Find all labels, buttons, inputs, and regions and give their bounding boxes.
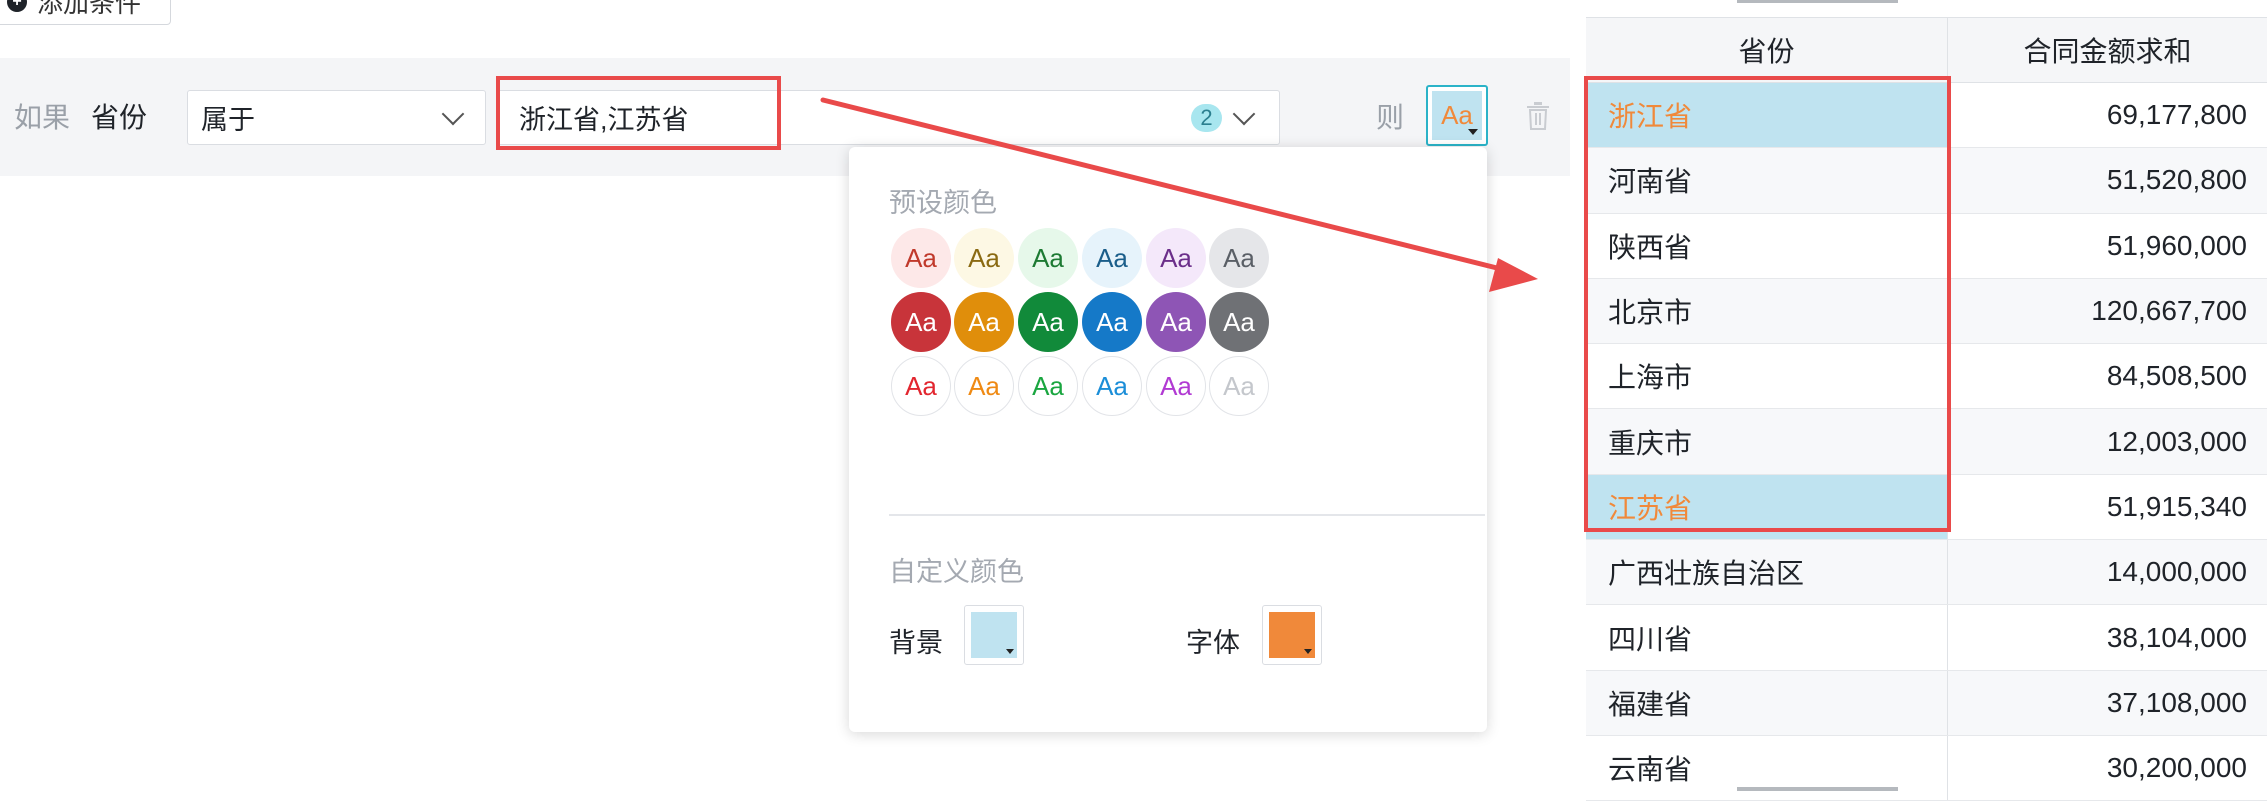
color-swatch[interactable]: Aa bbox=[1209, 356, 1269, 416]
color-swatch[interactable]: Aa bbox=[891, 228, 951, 288]
font-color-picker[interactable] bbox=[1262, 605, 1322, 665]
field-label: 省份 bbox=[91, 102, 148, 133]
color-swatch[interactable]: Aa bbox=[1082, 228, 1142, 288]
scrollbar-thumb[interactable] bbox=[1737, 0, 1898, 3]
background-label: 背景 bbox=[889, 628, 943, 658]
add-condition-button[interactable]: + 添加条件 bbox=[0, 0, 171, 25]
cell-amount: 51,520,800 bbox=[2106, 164, 2247, 196]
color-swatch[interactable]: Aa bbox=[954, 228, 1014, 288]
preset-colors-title: 预设颜色 bbox=[889, 188, 997, 218]
scrollbar-thumb[interactable] bbox=[1737, 787, 1898, 791]
cell-amount: 12,003,000 bbox=[2106, 425, 2247, 457]
cell-province: 福建省 bbox=[1586, 670, 1948, 735]
chevron-down-icon bbox=[441, 102, 465, 126]
value-highlight-annotation bbox=[496, 76, 781, 150]
color-swatch[interactable]: Aa bbox=[1209, 292, 1269, 352]
color-popover: 预设颜色 Aa Aa Aa Aa Aa Aa Aa Aa Aa Aa Aa Aa Aa Aa Aa Aa Aa A… bbox=[849, 147, 1487, 732]
color-swatch[interactable]: Aa bbox=[1146, 356, 1206, 416]
table-row: 四川省 38,104,000 bbox=[1586, 605, 2267, 671]
cell-province: 广西壮族自治区 bbox=[1586, 540, 1948, 605]
cell-amount: 37,108,000 bbox=[2106, 686, 2247, 718]
font-color-label: 字体 bbox=[1186, 628, 1240, 658]
operator-select[interactable]: 属于 bbox=[187, 90, 486, 145]
style-preview: Aa bbox=[1432, 91, 1482, 140]
table-header: 省份 合同金额求和 bbox=[1586, 17, 2267, 83]
color-swatch[interactable]: Aa bbox=[1018, 356, 1078, 416]
if-label: 如果 bbox=[14, 102, 71, 133]
add-condition-label: 添加条件 bbox=[37, 0, 142, 18]
table-row: 福建省 37,108,000 bbox=[1586, 670, 2267, 736]
cell-amount: 84,508,500 bbox=[2106, 360, 2247, 392]
font-color-fill bbox=[1269, 612, 1315, 658]
background-color-fill bbox=[971, 612, 1017, 658]
cell-amount: 120,667,700 bbox=[2091, 295, 2247, 327]
color-swatch[interactable]: Aa bbox=[1082, 356, 1142, 416]
style-picker-button[interactable]: Aa bbox=[1426, 85, 1488, 146]
color-swatch[interactable]: Aa bbox=[1146, 292, 1206, 352]
color-swatch[interactable]: Aa bbox=[891, 292, 951, 352]
plus-icon: + bbox=[7, 0, 27, 12]
color-swatch[interactable]: Aa bbox=[954, 356, 1014, 416]
table-row: 云南省 30,200,000 bbox=[1586, 735, 2267, 801]
table-row: 广西壮族自治区 14,000,000 bbox=[1586, 540, 2267, 606]
color-swatch[interactable]: Aa bbox=[954, 292, 1014, 352]
color-swatch[interactable]: Aa bbox=[1209, 228, 1269, 288]
header-contract-amount[interactable]: 合同金额求和 bbox=[1948, 18, 2267, 82]
color-swatch[interactable]: Aa bbox=[891, 356, 951, 416]
header-province[interactable]: 省份 bbox=[1586, 18, 1948, 82]
color-swatch[interactable]: Aa bbox=[1018, 292, 1078, 352]
cell-amount: 14,000,000 bbox=[2106, 556, 2247, 588]
chevron-down-icon bbox=[1232, 102, 1256, 126]
cell-amount: 38,104,000 bbox=[2106, 621, 2247, 653]
selected-count-badge: 2 bbox=[1191, 104, 1222, 132]
cell-amount: 51,915,340 bbox=[1948, 474, 2267, 540]
trash-icon[interactable] bbox=[1526, 102, 1550, 130]
color-swatch[interactable]: Aa bbox=[1018, 228, 1078, 288]
color-swatch[interactable]: Aa bbox=[1082, 292, 1142, 352]
cell-amount: 51,960,000 bbox=[2106, 229, 2247, 261]
table-highlight-annotation bbox=[1584, 76, 1951, 532]
operator-value: 属于 bbox=[201, 105, 255, 135]
cell-province: 四川省 bbox=[1586, 605, 1948, 670]
then-label: 则 bbox=[1376, 102, 1405, 133]
divider bbox=[889, 514, 1485, 516]
custom-colors-title: 自定义颜色 bbox=[889, 557, 1024, 587]
color-swatch[interactable]: Aa bbox=[1146, 228, 1206, 288]
background-color-picker[interactable] bbox=[964, 605, 1024, 665]
cell-amount: 69,177,800 bbox=[1948, 83, 2267, 148]
